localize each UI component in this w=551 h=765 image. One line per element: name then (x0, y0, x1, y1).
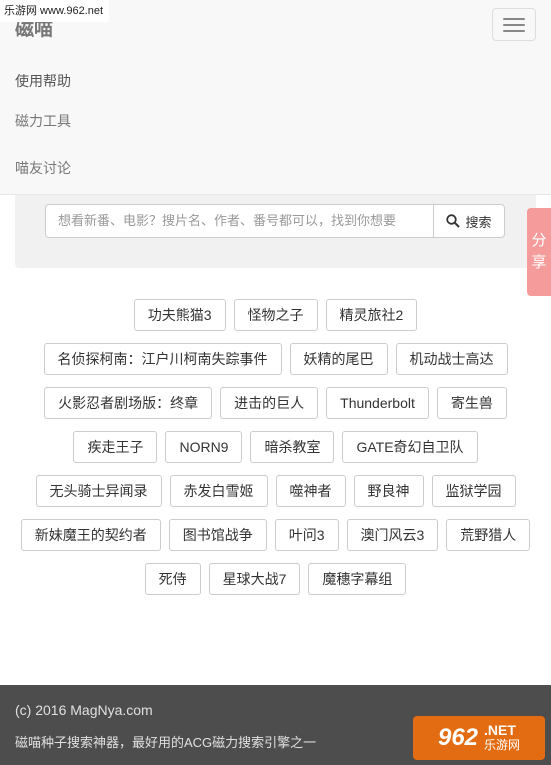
tag-link[interactable]: 进击的巨人 (220, 387, 319, 419)
tag-link[interactable]: 魔穗字幕组 (308, 563, 407, 595)
share-label-1: 分 (531, 232, 547, 249)
search-input[interactable]: 想看新番、电影？搜片名、作者、番号都可以，找到你想要 (45, 204, 434, 238)
tag-row: 无头骑士异闻录 赤发白雪姬 噬神者 野良神 监狱学园 (0, 475, 551, 507)
tag-link[interactable]: 怪物之子 (233, 299, 318, 331)
menu-item-help[interactable]: 使用帮助 (15, 71, 71, 91)
tag-link[interactable]: 赤发白雪姬 (169, 475, 268, 507)
tag-row: 疾走王子 NORN9 暗杀教室 GATE奇幻自卫队 (0, 431, 551, 463)
tag-link[interactable]: 暗杀教室 (250, 431, 335, 463)
tag-link[interactable]: 疾走王子 (73, 431, 158, 463)
tag-link[interactable]: 妖精的尾巴 (289, 343, 388, 375)
tag-link[interactable]: 名侦探柯南：江户川柯南失踪事件 (43, 343, 282, 375)
search-panel: 想看新番、电影？搜片名、作者、番号都可以，找到你想要 搜索 (15, 195, 536, 268)
menu-item-tools[interactable]: 磁力工具 (15, 111, 71, 131)
tag-row: 功夫熊猫3 怪物之子 精灵旅社2 (0, 299, 551, 331)
tag-row: 新妹魔王的契约者 图书馆战争 叶问3 澳门风云3 荒野猎人 (0, 519, 551, 551)
menu-item-discussion[interactable]: 喵友讨论 (15, 158, 71, 178)
tag-link[interactable]: 火影忍者剧场版：终章 (44, 387, 213, 419)
watermark-text: 乐游网 www.962.net (0, 0, 110, 22)
navbar: 磁喵 使用帮助 磁力工具 喵友讨论 (0, 0, 551, 195)
watermark-cn: 乐游网 (484, 738, 521, 752)
tag-link[interactable]: 野良神 (353, 475, 424, 507)
tag-row: 火影忍者剧场版：终章 进击的巨人 Thunderbolt 寄生兽 (0, 387, 551, 419)
watermark-logo: 962 .NET 乐游网 (413, 716, 545, 760)
tag-link[interactable]: 叶问3 (274, 519, 339, 551)
tag-row: 死侍 星球大战7 魔穗字幕组 (0, 563, 551, 595)
tag-row: 名侦探柯南：江户川柯南失踪事件 妖精的尾巴 机动战士高达 (0, 343, 551, 375)
tag-link[interactable]: 死侍 (144, 563, 201, 595)
tag-link[interactable]: Thunderbolt (326, 387, 429, 419)
tag-link[interactable]: 无头骑士异闻录 (35, 475, 162, 507)
copyright-text: (c) 2016 MagNya.com (15, 702, 153, 718)
tag-link[interactable]: 寄生兽 (436, 387, 507, 419)
watermark-number: 962 (437, 724, 479, 751)
share-label-2: 享 (531, 254, 547, 271)
tag-link[interactable]: 噬神者 (275, 475, 346, 507)
tag-link[interactable]: 图书馆战争 (168, 519, 267, 551)
search-button[interactable]: 搜索 (433, 204, 505, 238)
tag-link[interactable]: 荒野猎人 (446, 519, 531, 551)
share-button[interactable]: 分 享 (527, 208, 551, 296)
search-icon (446, 214, 461, 228)
tag-link[interactable]: NORN9 (165, 431, 243, 463)
tag-link[interactable]: 星球大战7 (208, 563, 301, 595)
hamburger-icon-bar (503, 29, 525, 32)
menu-toggle-button[interactable] (492, 8, 536, 41)
hamburger-icon-bar (503, 23, 525, 26)
watermark-net: .NET (484, 722, 516, 738)
search-button-label: 搜索 (465, 214, 492, 230)
footer-tagline: 磁喵种子搜索神器，最好用的ACG磁力搜索引擎之一 (15, 735, 317, 750)
tag-link[interactable]: 机动战士高达 (395, 343, 508, 375)
hamburger-icon-bar (503, 17, 525, 20)
tag-link[interactable]: 监狱学园 (431, 475, 516, 507)
tag-link[interactable]: 新妹魔王的契约者 (20, 519, 161, 551)
tag-link[interactable]: 功夫熊猫3 (133, 299, 226, 331)
tag-link[interactable]: 澳门风云3 (346, 519, 439, 551)
tag-link[interactable]: GATE奇幻自卫队 (342, 431, 478, 463)
tag-link[interactable]: 精灵旅社2 (325, 299, 418, 331)
